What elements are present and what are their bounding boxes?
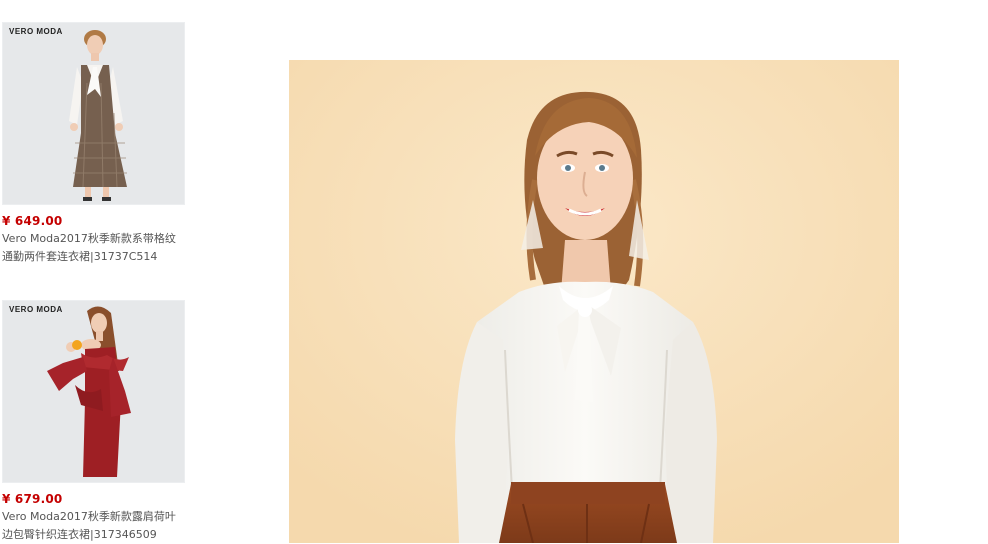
product-1-model-figure	[69, 30, 127, 201]
product-2-price: ¥ 679.00	[2, 492, 63, 506]
hero-model-figure	[289, 60, 899, 543]
product-card-2[interactable]: VERO MODA ¥ 679.00 Vero Moda2017秋季新款露肩荷叶…	[2, 300, 192, 544]
hero-product-image[interactable]	[289, 60, 899, 543]
product-card-1[interactable]: VERO MODA ¥ 649.00 Vero Moda2017秋季新款系带格纹…	[2, 22, 192, 266]
product-1-price: ¥ 649.00	[2, 214, 63, 228]
product-2-model-figure	[47, 306, 131, 477]
related-products-sidebar: VERO MODA ¥ 649.00 Vero Moda2017秋季新款系带格纹…	[0, 0, 200, 543]
product-2-title[interactable]: Vero Moda2017秋季新款露肩荷叶边包臀针织连衣裙|317346509	[2, 508, 184, 544]
product-2-image[interactable]: VERO MODA	[2, 300, 185, 483]
product-1-title[interactable]: Vero Moda2017秋季新款系带格纹通勤两件套连衣裙|31737C514	[2, 230, 184, 266]
product-1-image[interactable]: VERO MODA	[2, 22, 185, 205]
product-1-brand-logo: VERO MODA	[9, 27, 63, 36]
product-2-brand-logo: VERO MODA	[9, 305, 63, 314]
